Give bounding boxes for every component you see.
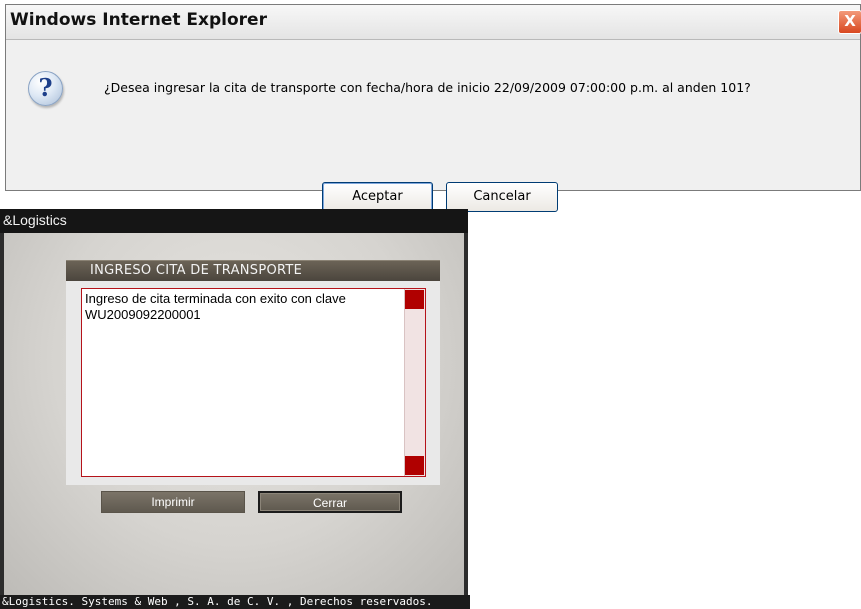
- footer-copyright: &Logistics. Systems & Web , S. A. de C. …: [0, 595, 470, 609]
- cancel-button[interactable]: Cancelar: [446, 182, 558, 212]
- app-header: &Logistics: [0, 209, 468, 233]
- message-line: Ingreso de cita terminada con exito con …: [85, 291, 346, 306]
- dialog-title: Windows Internet Explorer: [10, 10, 267, 30]
- dialog-titlebar[interactable]: Windows Internet Explorer X: [6, 5, 861, 40]
- message-textarea[interactable]: Ingreso de cita terminada con exito con …: [81, 288, 426, 477]
- dialog-message: ¿Desea ingresar la cita de transporte co…: [104, 80, 751, 95]
- accept-button[interactable]: Aceptar: [322, 182, 433, 212]
- ie-confirm-dialog: Windows Internet Explorer X ? ¿Desea ing…: [5, 4, 861, 212]
- close-button[interactable]: Cerrar: [258, 491, 402, 513]
- close-icon[interactable]: X: [838, 10, 861, 34]
- result-panel: Ingreso de cita terminada con exito con …: [66, 281, 440, 485]
- dialog-body: ? ¿Desea ingresar la cita de transporte …: [6, 40, 860, 212]
- question-icon: ?: [28, 71, 63, 106]
- print-button[interactable]: Imprimir: [101, 491, 245, 513]
- vertical-scrollbar[interactable]: [404, 289, 425, 476]
- scroll-down-button[interactable]: [405, 456, 424, 475]
- app-body: INGRESO CITA DE TRANSPORTE Ingreso de ci…: [4, 233, 464, 595]
- message-line: WU2009092200001: [85, 307, 201, 322]
- message-text: Ingreso de cita terminada con exito con …: [85, 291, 400, 323]
- logistics-window: &Logistics INGRESO CITA DE TRANSPORTE In…: [0, 209, 470, 609]
- panel-title: INGRESO CITA DE TRANSPORTE: [66, 260, 440, 281]
- scroll-up-button[interactable]: [405, 290, 424, 309]
